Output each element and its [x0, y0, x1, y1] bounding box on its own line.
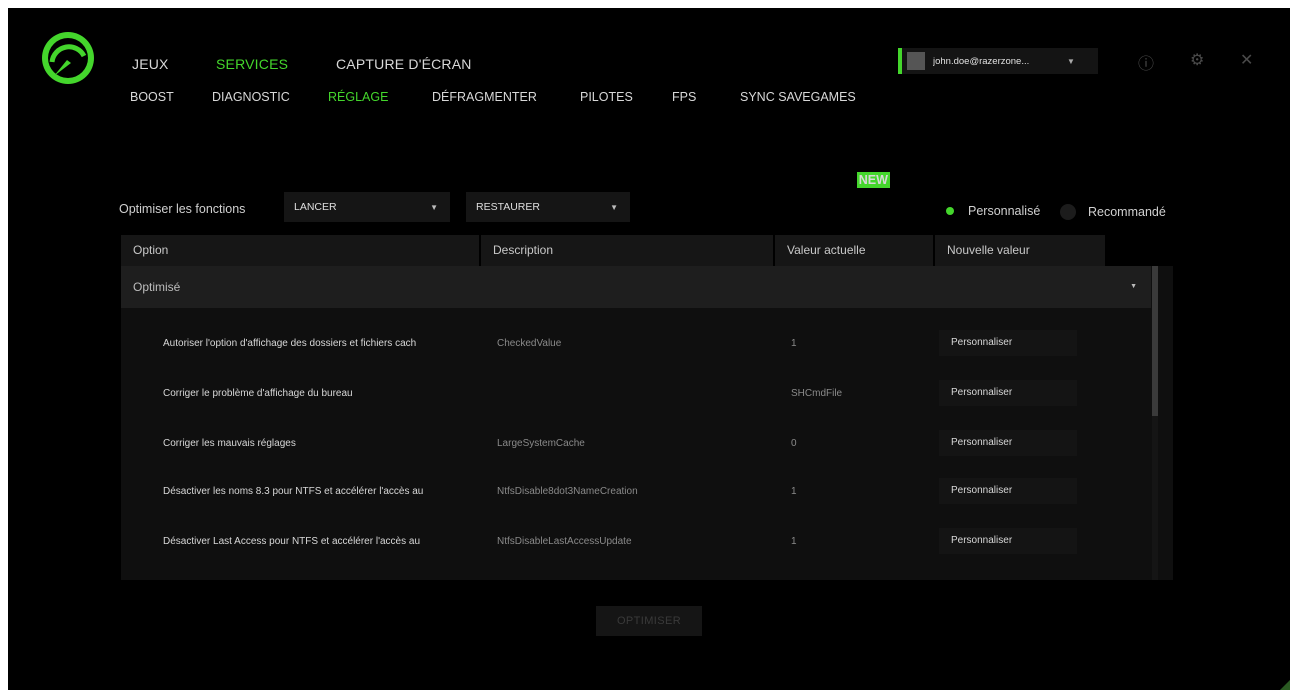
- nav-tab-games[interactable]: JEUX: [132, 56, 169, 72]
- new-badge: NEW: [856, 172, 890, 188]
- restore-select-value: RESTAURER: [476, 201, 540, 213]
- option-name: Désactiver Last Access pour NTFS et accé…: [163, 536, 421, 547]
- new-value-select[interactable]: Personnaliser: [939, 330, 1077, 356]
- group-row-optimized[interactable]: Optimisé ▼: [121, 266, 1151, 308]
- radio-recommended[interactable]: Recommandé: [1060, 204, 1166, 220]
- info-icon[interactable]: ⓘ: [1138, 50, 1154, 74]
- table-row: Autoriser l'option d'affichage des dossi…: [121, 318, 1151, 368]
- subnav-fps[interactable]: FPS: [672, 90, 696, 104]
- header-new-value[interactable]: Nouvelle valeur: [935, 235, 1105, 266]
- option-current-value: 1: [791, 486, 797, 497]
- user-email: john.doe@razerzone...: [933, 55, 1030, 67]
- option-name: Corriger les mauvais réglages: [163, 438, 296, 449]
- subnav-sync-savegames[interactable]: SYNC SAVEGAMES NEW: [740, 90, 890, 188]
- new-value-select[interactable]: Personnaliser: [939, 478, 1077, 504]
- header-description[interactable]: Description: [481, 235, 773, 266]
- option-description: LargeSystemCache: [497, 438, 585, 449]
- option-current-value: SHCmdFile: [791, 388, 843, 399]
- scrollbar-thumb[interactable]: [1152, 266, 1158, 416]
- option-name: Corriger le problème d'affichage du bure…: [163, 388, 353, 399]
- nav-tab-services[interactable]: SERVICES: [216, 56, 288, 72]
- chevron-down-icon: ▼: [610, 202, 618, 212]
- new-value-select[interactable]: Personnaliser: [939, 430, 1077, 456]
- option-current-value: 1: [791, 536, 797, 547]
- app-window: JEUX SERVICES CAPTURE D'ÉCRAN BOOST DIAG…: [8, 8, 1290, 690]
- new-value-select[interactable]: Personnaliser: [939, 380, 1077, 406]
- option-current-value: 0: [791, 438, 797, 449]
- chevron-down-icon: ▼: [430, 202, 438, 212]
- option-name: Désactiver les noms 8.3 pour NTFS et acc…: [163, 486, 424, 497]
- status-bar: [898, 48, 902, 74]
- option-description: NtfsDisableLastAccessUpdate: [497, 536, 632, 547]
- close-icon[interactable]: ✕: [1240, 50, 1253, 70]
- subnav-defragment[interactable]: DÉFRAGMENTER: [432, 90, 537, 104]
- option-description: CheckedValue: [497, 338, 562, 349]
- subnav-tweak[interactable]: RÉGLAGE: [328, 90, 388, 104]
- resize-grip-icon[interactable]: [1280, 680, 1290, 690]
- gear-icon[interactable]: ⚙: [1190, 50, 1204, 70]
- avatar: [907, 52, 925, 70]
- table-row: Désactiver Last Access pour NTFS et accé…: [121, 516, 1151, 566]
- radio-selected-icon: [946, 207, 954, 215]
- launch-select[interactable]: LANCER ▼: [284, 192, 450, 222]
- launch-select-value: LANCER: [294, 201, 337, 213]
- optimize-button[interactable]: OPTIMISER: [596, 606, 702, 636]
- radio-recommended-label: Recommandé: [1088, 205, 1166, 219]
- options-table: Optimisé ▼ Autoriser l'option d'affichag…: [121, 266, 1173, 580]
- restore-select[interactable]: RESTAURER ▼: [466, 192, 630, 222]
- chevron-down-icon: ▼: [1130, 283, 1137, 290]
- chevron-down-icon: ▼: [1067, 56, 1075, 66]
- subnav-diagnostic[interactable]: DIAGNOSTIC: [212, 90, 290, 104]
- subnav-boost[interactable]: BOOST: [130, 90, 174, 104]
- new-value-select[interactable]: Personnaliser: [939, 528, 1077, 554]
- option-name: Autoriser l'option d'affichage des dossi…: [163, 338, 417, 349]
- user-account-dropdown[interactable]: john.doe@razerzone... ▼: [898, 48, 1098, 74]
- radio-custom-label: Personnalisé: [968, 204, 1041, 218]
- table-row: Corriger le problème d'affichage du bure…: [121, 368, 1151, 418]
- option-current-value: 1: [791, 338, 797, 349]
- radio-unselected-icon: [1060, 204, 1076, 220]
- header-current-value[interactable]: Valeur actuelle: [775, 235, 933, 266]
- optimize-functions-label: Optimiser les fonctions: [119, 202, 246, 216]
- subnav-drivers[interactable]: PILOTES: [580, 90, 633, 104]
- nav-tab-screenshot[interactable]: CAPTURE D'ÉCRAN: [336, 56, 472, 72]
- group-label: Optimisé: [133, 280, 181, 294]
- option-description: NtfsDisable8dot3NameCreation: [497, 486, 638, 497]
- table-row: Désactiver les noms 8.3 pour NTFS et acc…: [121, 466, 1151, 516]
- radio-custom[interactable]: Personnalisé: [946, 204, 1040, 218]
- subnav-sync-label: SYNC SAVEGAMES: [740, 90, 856, 104]
- table-row: Corriger les mauvais réglages LargeSyste…: [121, 418, 1151, 468]
- razer-cortex-logo: [42, 32, 94, 84]
- table-scrollbar[interactable]: [1152, 266, 1158, 580]
- header-option[interactable]: Option: [121, 235, 479, 266]
